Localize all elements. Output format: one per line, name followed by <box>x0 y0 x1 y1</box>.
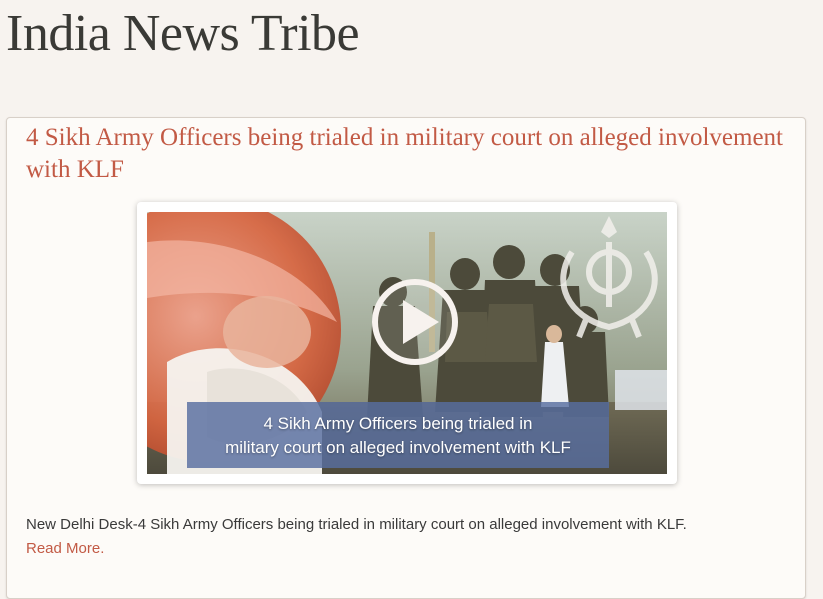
play-button-icon[interactable] <box>372 279 458 365</box>
post-excerpt-text: New Delhi Desk-4 Sikh Army Officers bein… <box>26 516 687 533</box>
video-caption: 4 Sikh Army Officers being trialed in mi… <box>187 402 609 468</box>
post-card: 4 Sikh Army Officers being trialed in mi… <box>6 117 806 599</box>
video-caption-line-2: military court on alleged involvement wi… <box>225 438 571 457</box>
video-thumbnail[interactable]: 4 Sikh Army Officers being trialed in mi… <box>147 212 667 474</box>
post-title-link[interactable]: 4 Sikh Army Officers being trialed in mi… <box>26 122 786 186</box>
video-frame: 4 Sikh Army Officers being trialed in mi… <box>137 202 677 484</box>
video-caption-line-1: 4 Sikh Army Officers being trialed in <box>263 414 533 433</box>
site-title[interactable]: India News Tribe <box>6 4 360 64</box>
read-more-link[interactable]: Read More. <box>26 540 104 557</box>
post-excerpt: New Delhi Desk-4 Sikh Army Officers bein… <box>26 513 796 561</box>
